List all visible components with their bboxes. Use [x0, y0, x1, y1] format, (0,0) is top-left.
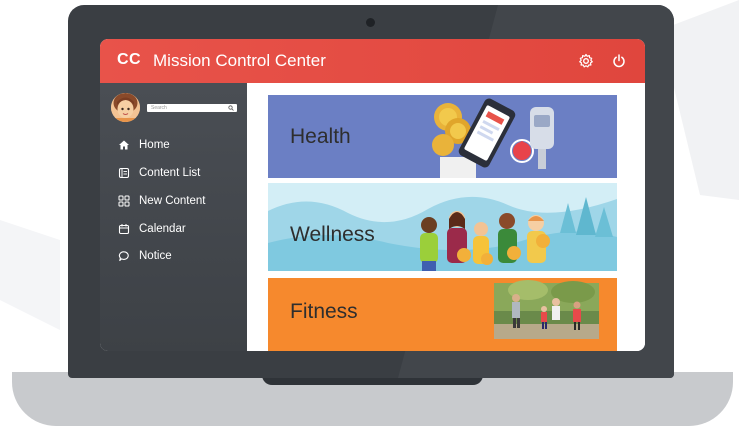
sidebar: Search Home Content List New Content Cal…: [100, 83, 247, 351]
content-area: Health Wellness Fitness: [247, 83, 645, 351]
calendar-icon: [118, 224, 130, 235]
avatar[interactable]: [111, 93, 140, 122]
search-input[interactable]: Search: [147, 104, 237, 112]
gear-icon[interactable]: [578, 53, 594, 69]
webcam: [366, 18, 375, 27]
search-placeholder: Search: [151, 105, 167, 111]
app-window: CC Mission Control Center Search Home Co…: [100, 39, 645, 351]
sidebar-item-label: Content List: [139, 167, 201, 179]
grid-icon: [118, 195, 130, 207]
list-icon: [118, 167, 130, 179]
sidebar-item-content-list[interactable]: Content List: [118, 165, 200, 181]
card-wellness[interactable]: Wellness: [268, 183, 617, 271]
user-avatar-icon: [111, 93, 140, 122]
card-health[interactable]: Health: [268, 95, 617, 178]
sidebar-item-label: New Content: [139, 195, 206, 207]
chat-icon: [118, 251, 129, 262]
sidebar-item-label: Home: [139, 139, 170, 151]
card-fitness[interactable]: Fitness: [268, 278, 617, 351]
card-title: Fitness: [290, 300, 358, 323]
sidebar-item-calendar[interactable]: Calendar: [118, 221, 186, 237]
card-title: Wellness: [290, 223, 375, 246]
app-logo[interactable]: CC: [117, 51, 141, 69]
home-icon: [119, 140, 129, 150]
sidebar-item-label: Calendar: [139, 223, 186, 235]
sidebar-item-notice[interactable]: Notice: [118, 248, 172, 264]
sidebar-item-new-content[interactable]: New Content: [118, 193, 205, 209]
power-icon[interactable]: [611, 53, 627, 69]
sidebar-item-label: Notice: [139, 250, 172, 262]
search-icon[interactable]: [228, 105, 234, 111]
card-title: Health: [290, 125, 351, 148]
app-title: Mission Control Center: [153, 51, 326, 70]
sidebar-item-home[interactable]: Home: [118, 137, 170, 153]
app-header: CC Mission Control Center: [100, 39, 645, 83]
